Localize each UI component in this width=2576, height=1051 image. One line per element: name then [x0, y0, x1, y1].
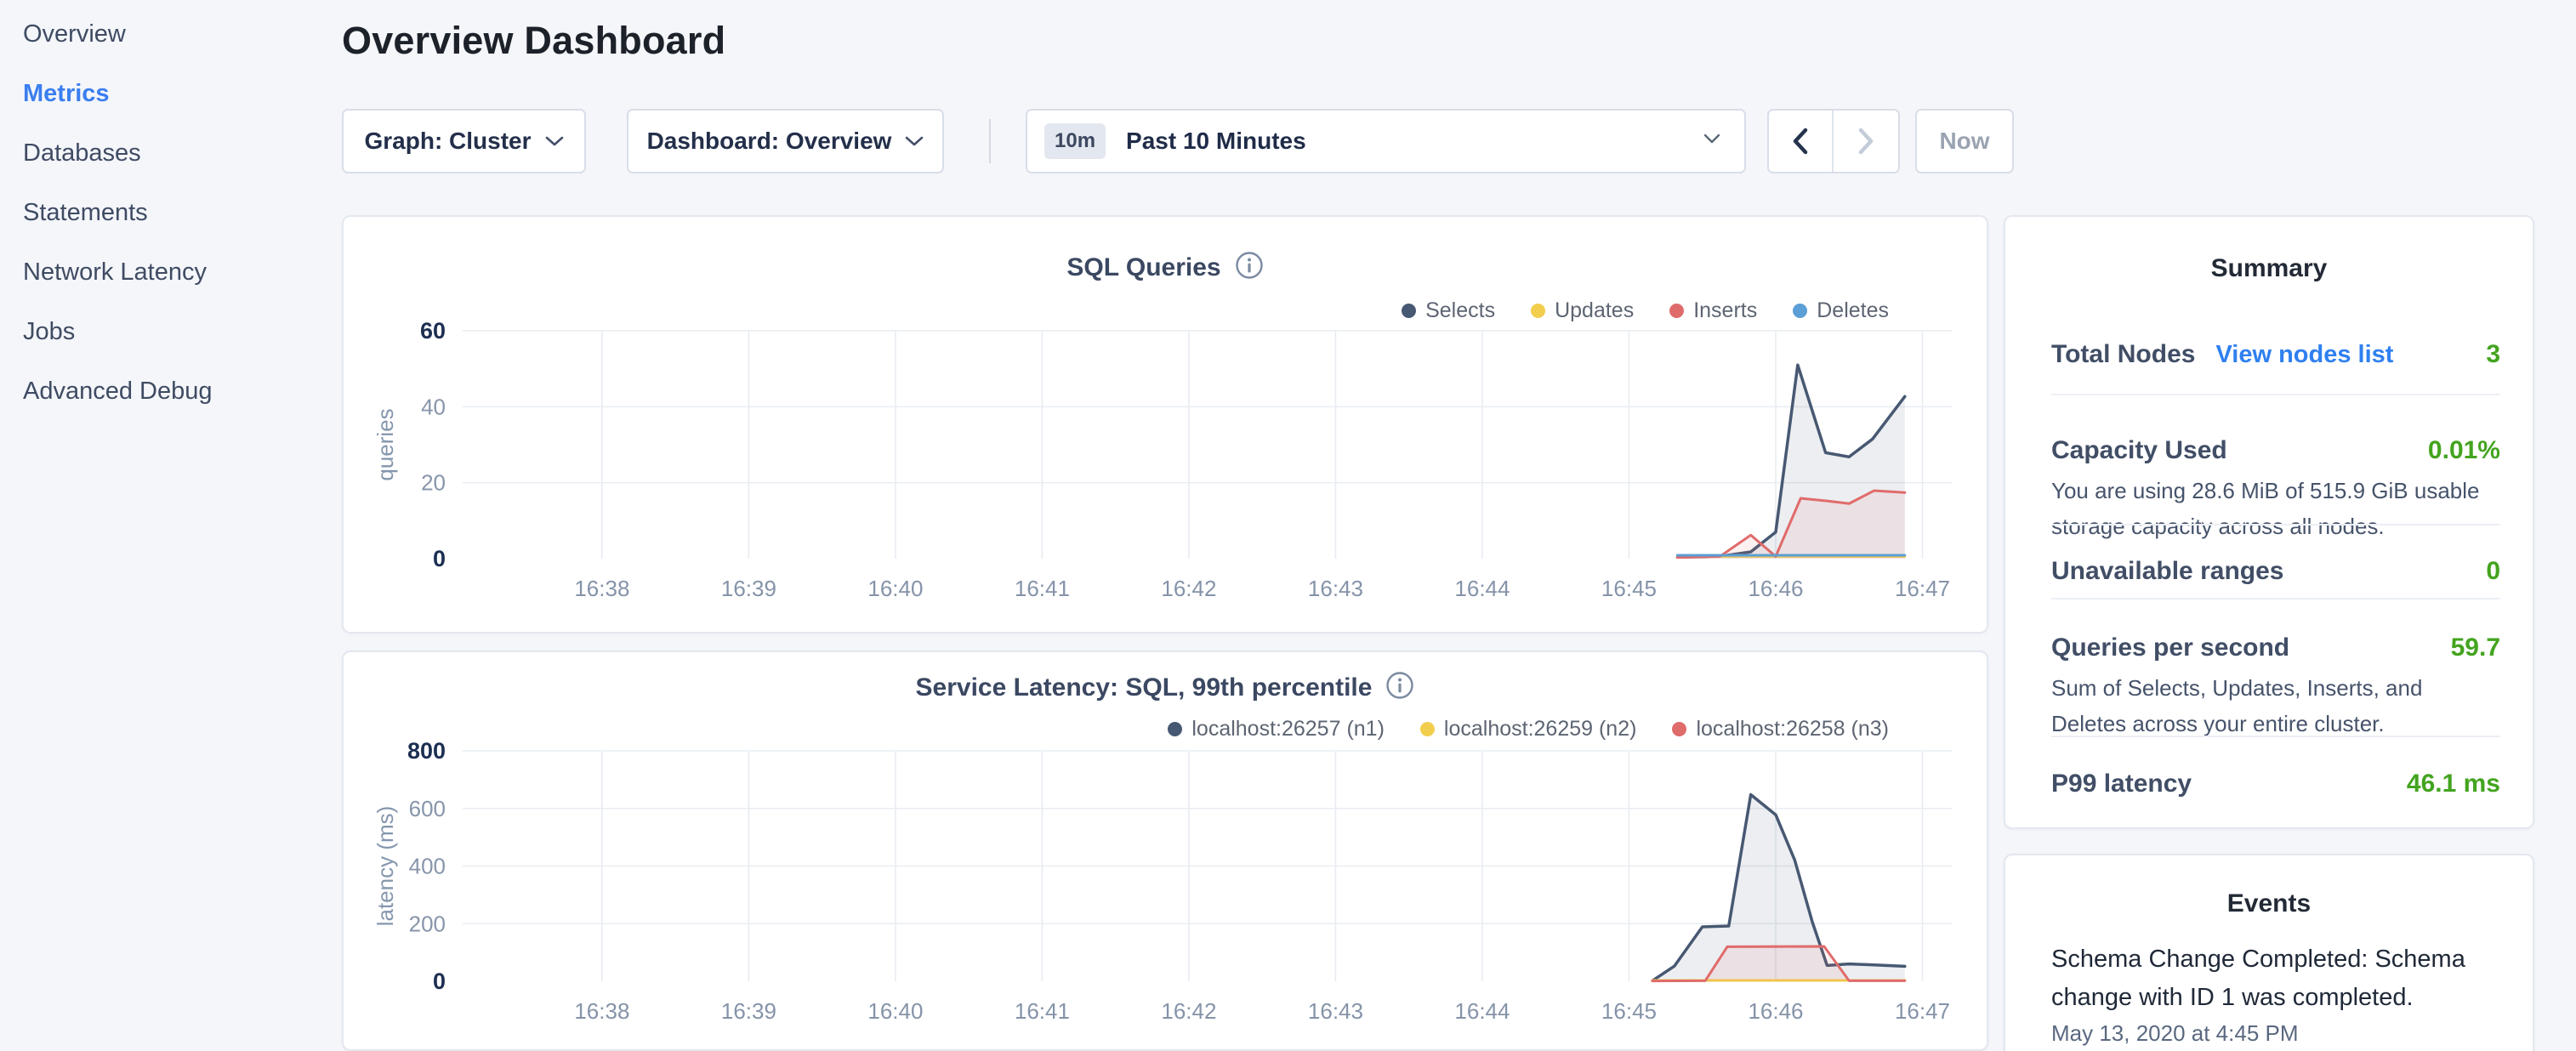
svg-text:40: 40 — [421, 394, 446, 419]
summary-panel: Summary Total Nodes View nodes list 3 Ca… — [2004, 215, 2534, 829]
svg-text:16:42: 16:42 — [1161, 998, 1216, 1024]
sidebar-item-statements[interactable]: Statements — [23, 194, 148, 231]
summary-row-p99-latency: P99 latency 46.1 ms — [2051, 770, 2500, 798]
svg-text:0: 0 — [433, 969, 446, 994]
svg-text:16:38: 16:38 — [574, 998, 629, 1024]
service-latency-plot[interactable]: 16:38 16:39 16:40 16:41 16:42 16:43 16:44 16:45… — [344, 652, 1990, 1051]
chevron-down-icon — [1703, 134, 1720, 149]
sidebar-item-advanced-debug[interactable]: Advanced Debug — [23, 372, 213, 410]
summary-label: Capacity Used — [2051, 436, 2227, 465]
time-step-buttons — [1767, 109, 1900, 173]
svg-text:16:46: 16:46 — [1748, 576, 1803, 601]
divider — [2051, 524, 2500, 526]
toolbar-divider — [989, 119, 991, 163]
summary-row-total-nodes: Total Nodes View nodes list 3 — [2051, 340, 2500, 369]
summary-label: P99 latency — [2051, 770, 2192, 798]
summary-label: Queries per second — [2051, 633, 2289, 662]
divider — [2051, 394, 2500, 395]
summary-label: Total Nodes — [2051, 340, 2195, 369]
svg-text:16:40: 16:40 — [867, 998, 923, 1024]
svg-text:latency (ms): latency (ms) — [372, 806, 398, 927]
graph-dropdown-label: Graph: Cluster — [364, 128, 531, 155]
sidebar-item-databases[interactable]: Databases — [23, 134, 141, 172]
svg-text:16:39: 16:39 — [721, 998, 776, 1024]
sidebar-item-jobs[interactable]: Jobs — [23, 313, 75, 350]
svg-text:16:43: 16:43 — [1308, 998, 1363, 1024]
service-latency-card: Service Latency: SQL, 99th percentile lo… — [342, 650, 1988, 1051]
time-range-badge: 10m — [1044, 123, 1106, 159]
svg-text:60: 60 — [420, 318, 446, 344]
summary-description: You are using 28.6 MiB of 515.9 GiB usab… — [2051, 473, 2499, 544]
event-message: Schema Change Completed: Schema change w… — [2051, 940, 2492, 1017]
event-timestamp: May 13, 2020 at 4:45 PM — [2051, 1020, 2299, 1047]
page-title: Overview Dashboard — [342, 19, 725, 63]
sidebar-item-network-latency[interactable]: Network Latency — [23, 253, 207, 291]
sql-queries-plot[interactable]: 16:38 16:39 16:40 16:41 16:42 16:43 16:44 16:45… — [344, 217, 1990, 635]
svg-text:16:44: 16:44 — [1454, 998, 1510, 1024]
summary-value: 59.7 — [2451, 633, 2500, 662]
now-button-label: Now — [1939, 128, 1989, 155]
dashboard-dropdown[interactable]: Dashboard: Overview — [627, 109, 944, 173]
svg-text:16:43: 16:43 — [1308, 576, 1363, 601]
summary-row-unavailable-ranges: Unavailable ranges 0 — [2051, 557, 2500, 586]
previous-time-button[interactable] — [1769, 111, 1834, 172]
next-time-button[interactable] — [1834, 111, 1898, 172]
chevron-right-icon — [1857, 128, 1874, 155]
svg-text:600: 600 — [409, 796, 446, 821]
svg-text:16:40: 16:40 — [867, 576, 923, 601]
svg-text:16:47: 16:47 — [1895, 576, 1950, 601]
svg-text:16:46: 16:46 — [1748, 998, 1803, 1024]
sidebar-item-overview[interactable]: Overview — [23, 15, 126, 53]
svg-text:16:44: 16:44 — [1454, 576, 1510, 601]
svg-text:16:47: 16:47 — [1895, 998, 1950, 1024]
svg-text:800: 800 — [407, 738, 446, 764]
svg-text:16:39: 16:39 — [721, 576, 776, 601]
summary-heading: Summary — [2005, 254, 2533, 283]
summary-row-queries-per-second: Queries per second 59.7 — [2051, 633, 2500, 662]
now-button[interactable]: Now — [1915, 109, 2014, 173]
svg-text:16:41: 16:41 — [1015, 998, 1070, 1024]
summary-label: Unavailable ranges — [2051, 557, 2283, 586]
summary-value: 46.1 ms — [2407, 770, 2500, 798]
svg-text:400: 400 — [409, 854, 446, 879]
view-nodes-list-link[interactable]: View nodes list — [2215, 341, 2393, 369]
summary-value: 3 — [2486, 340, 2500, 369]
chevron-left-icon — [1792, 128, 1809, 155]
svg-text:200: 200 — [409, 911, 446, 936]
divider — [2051, 736, 2500, 737]
svg-text:16:45: 16:45 — [1601, 998, 1657, 1024]
svg-text:20: 20 — [421, 470, 446, 496]
summary-value: 0 — [2486, 557, 2500, 586]
summary-row-capacity: Capacity Used 0.01% — [2051, 436, 2500, 465]
time-range-dropdown[interactable]: 10m Past 10 Minutes — [1026, 109, 1746, 173]
graph-dropdown[interactable]: Graph: Cluster — [342, 109, 586, 173]
summary-description: Sum of Selects, Updates, Inserts, and De… — [2051, 670, 2499, 741]
svg-text:16:42: 16:42 — [1161, 576, 1216, 601]
svg-text:queries: queries — [372, 408, 398, 480]
dashboard-dropdown-label: Dashboard: Overview — [647, 128, 892, 155]
events-heading: Events — [2005, 889, 2533, 918]
summary-value: 0.01% — [2428, 436, 2500, 465]
sql-queries-card: SQL Queries Selects Updates Inserts Dele… — [342, 215, 1988, 633]
svg-text:0: 0 — [433, 546, 446, 571]
chevron-down-icon — [545, 135, 564, 147]
svg-text:16:41: 16:41 — [1015, 576, 1070, 601]
svg-text:16:45: 16:45 — [1601, 576, 1657, 601]
svg-text:16:38: 16:38 — [574, 576, 629, 601]
chevron-down-icon — [905, 135, 924, 147]
sidebar-item-metrics[interactable]: Metrics — [23, 75, 110, 112]
events-panel: Events Schema Change Completed: Schema c… — [2004, 854, 2534, 1051]
divider — [2051, 598, 2500, 599]
time-range-label: Past 10 Minutes — [1126, 128, 1703, 155]
